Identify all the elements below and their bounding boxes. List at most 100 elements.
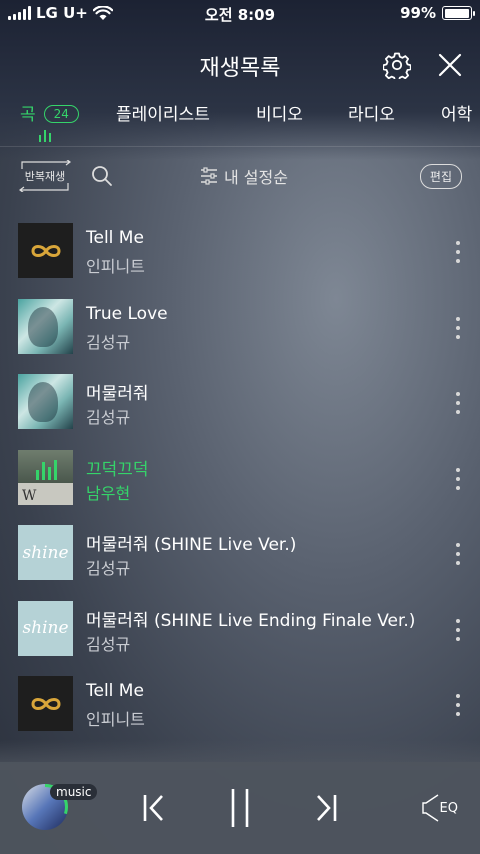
album-cover xyxy=(18,374,73,429)
tab-radio[interactable]: 라디오 xyxy=(348,100,395,125)
tab-language[interactable]: 어학 xyxy=(441,100,472,125)
status-right: 99% xyxy=(400,4,475,22)
song-artist: 김성규 xyxy=(86,559,131,578)
mini-player: music EQ xyxy=(0,762,480,854)
gear-icon xyxy=(383,52,411,79)
more-dot xyxy=(456,552,460,556)
more-dot xyxy=(456,485,460,490)
song-title: 머물러줘 (SHINE Live Ver.) xyxy=(86,535,297,555)
infinite-logo-icon xyxy=(30,697,61,710)
repeat-button[interactable]: 반복재생 xyxy=(18,160,72,192)
song-row[interactable]: Tell Me 인피니트 xyxy=(0,666,480,742)
more-dot xyxy=(456,627,460,632)
edit-button[interactable]: 편집 xyxy=(419,164,462,189)
search-icon xyxy=(92,166,112,186)
more-dot xyxy=(456,401,460,405)
music-tag: music xyxy=(50,784,98,800)
song-row[interactable]: shine 머물러줘 (SHINE Live Ending Finale Ver.… xyxy=(0,591,480,667)
tab-label: 곡 xyxy=(20,105,36,125)
more-dot xyxy=(456,316,460,321)
cover-art-text: shine xyxy=(22,542,69,563)
more-options-button[interactable] xyxy=(454,543,462,565)
eq-label: EQ xyxy=(439,800,458,816)
pause-button[interactable] xyxy=(220,788,260,828)
repeat-icon xyxy=(19,160,71,192)
tab-video[interactable]: 비디오 xyxy=(256,100,303,125)
more-dot xyxy=(456,410,460,414)
previous-button[interactable] xyxy=(134,788,174,828)
battery-fill xyxy=(444,8,470,18)
more-dot xyxy=(456,241,460,245)
previous-icon xyxy=(143,795,163,821)
close-button[interactable] xyxy=(435,50,465,80)
more-dot xyxy=(456,694,460,698)
more-dot xyxy=(456,476,460,481)
more-dot xyxy=(456,712,460,716)
sort-label: 내 설정순 xyxy=(224,168,288,187)
song-title: 머물러줘 xyxy=(86,384,149,404)
header: 재생목록 xyxy=(0,40,480,88)
more-options-button[interactable] xyxy=(454,316,462,339)
song-title: True Love xyxy=(86,303,168,324)
more-options-button[interactable] xyxy=(454,618,462,641)
song-artist: 김성규 xyxy=(86,408,131,427)
more-options-button[interactable] xyxy=(454,694,462,716)
tab-playlists[interactable]: 플레이리스트 xyxy=(116,100,210,125)
next-button[interactable] xyxy=(306,788,346,828)
now-playing-indicator-icon xyxy=(39,130,51,142)
more-dot xyxy=(456,636,460,641)
more-options-button[interactable] xyxy=(454,241,462,263)
next-icon xyxy=(317,795,337,821)
more-dot xyxy=(456,543,460,547)
more-dot xyxy=(456,250,460,254)
album-cover xyxy=(18,223,73,278)
sliders-icon xyxy=(201,167,217,185)
more-options-button[interactable] xyxy=(454,467,462,490)
more-dot xyxy=(456,334,460,339)
divider xyxy=(0,146,480,147)
cover-art-text: shine xyxy=(22,618,69,638)
song-row[interactable]: True Love 김성규 xyxy=(0,289,480,365)
song-row[interactable]: W 끄덕끄덕남우현 xyxy=(0,440,480,516)
more-dot xyxy=(456,703,460,707)
more-options-button[interactable] xyxy=(454,392,462,414)
more-dot xyxy=(456,618,460,623)
sort-button[interactable]: 내 설정순 xyxy=(200,164,288,188)
album-cover xyxy=(18,298,73,354)
more-dot xyxy=(456,325,460,330)
song-artist: 김성규 xyxy=(86,634,131,654)
song-title: 끄덕끄덕 xyxy=(86,459,149,480)
song-title: Tell Me xyxy=(86,228,144,248)
album-cover xyxy=(18,676,73,731)
settings-button[interactable] xyxy=(382,50,412,80)
album-cover: shine xyxy=(18,525,73,580)
song-row[interactable]: Tell Me 인피니트 xyxy=(0,213,480,289)
tab-songs[interactable]: 곡 24 xyxy=(20,100,79,125)
song-artist: 인피니트 xyxy=(86,710,145,729)
cover-art-mark: W xyxy=(22,487,37,504)
song-artist: 남우현 xyxy=(86,483,131,503)
eq-button[interactable]: EQ xyxy=(421,794,458,822)
speaker-icon xyxy=(421,794,438,822)
infinite-logo-icon xyxy=(30,244,61,257)
song-list: Tell Me 인피니트 True Love 김성규 머물러줘 김성규 W 끄덕끄덕 남우현 sh… xyxy=(0,213,480,742)
more-dot xyxy=(456,392,460,396)
tab-bar: 곡 24 플레이리스트 비디오 라디오 어학 xyxy=(0,96,480,146)
status-bar: LG U+ 오전 8:09 99% xyxy=(0,0,480,28)
search-button[interactable] xyxy=(90,164,114,188)
song-title: Tell Me xyxy=(86,681,144,701)
now-playing-bars-icon xyxy=(36,459,57,480)
more-dot xyxy=(456,467,460,472)
more-dot xyxy=(456,259,460,263)
song-row[interactable]: shine 머물러줘 (SHINE Live Ver.) 김성규 xyxy=(0,515,480,591)
song-artist: 김성규 xyxy=(86,332,131,352)
song-count-badge: 24 xyxy=(43,105,79,123)
pause-icon xyxy=(231,789,249,827)
song-row[interactable]: 머물러줘김성규 xyxy=(0,364,480,440)
battery-icon xyxy=(442,6,475,20)
song-title: 머물러줘 (SHINE Live Ending Finale Ver.) xyxy=(86,610,416,631)
battery-percent: 99% xyxy=(400,4,436,22)
toolbar: 반복재생 내 설정순 편집 xyxy=(0,158,480,196)
close-icon xyxy=(438,53,462,77)
album-cover: W xyxy=(18,449,73,505)
